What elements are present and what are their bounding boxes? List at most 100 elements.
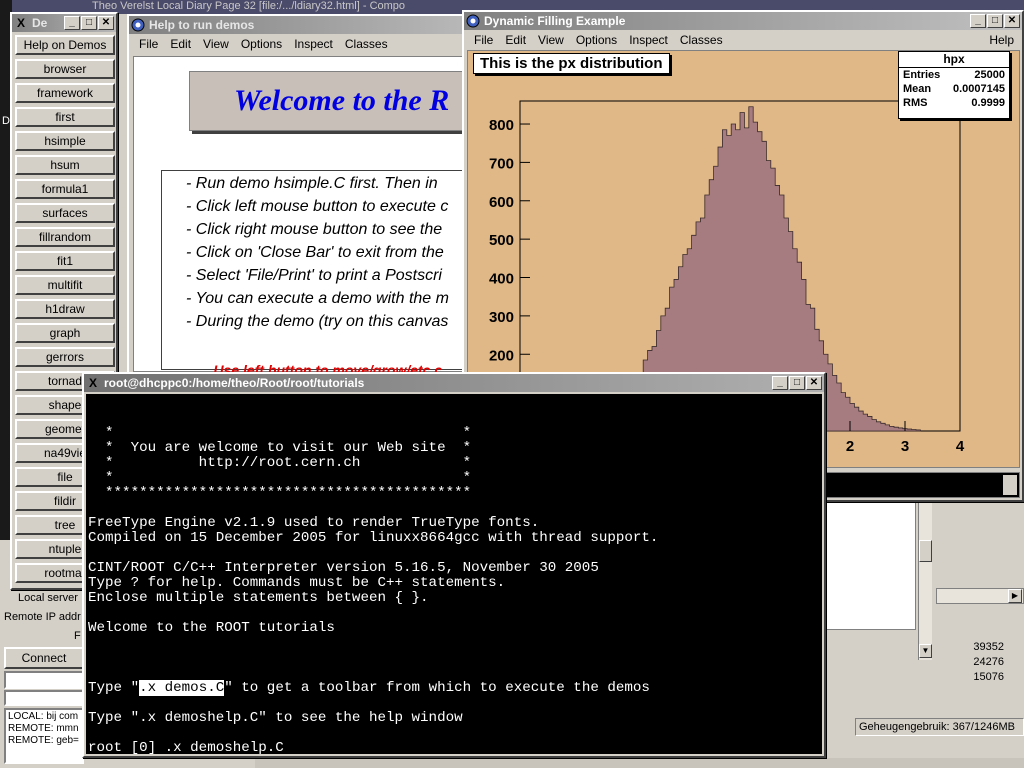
stats-box: hpx Entries 25000 Mean 0.0007145 RMS 0.9999	[898, 51, 1010, 119]
y-tick-label: 600	[489, 194, 514, 211]
terminal-line: CINT/ROOT C/C++ Interpreter version 5.16…	[88, 560, 599, 576]
scroll-down-icon[interactable]: ▼	[919, 644, 932, 658]
help-item: - During the demo (try on this canvas	[186, 313, 449, 330]
horizontal-scrollbar[interactable]: ▶	[936, 588, 1024, 604]
local-server-label: Local server	[18, 592, 78, 604]
menu-view[interactable]: View	[532, 33, 570, 47]
help-item: - Click left mouse button to execute c	[186, 198, 449, 215]
terminal-text: " to get a toolbar from which to execute…	[224, 680, 650, 696]
stats-label: Mean	[903, 83, 932, 95]
stats-entries-row: Entries 25000	[899, 68, 1009, 82]
maximize-icon[interactable]: □	[81, 16, 97, 30]
background-window-title: Theo Verelst Local Diary Page 32 [file:/…	[92, 0, 406, 12]
menu-inspect[interactable]: Inspect	[288, 37, 339, 51]
menu-classes[interactable]: Classes	[674, 33, 729, 47]
help-instructions: - Run demo hsimple.C first. Then in - Cl…	[161, 170, 465, 370]
demo-button-multifit[interactable]: multifit	[15, 275, 115, 295]
background-window-bottom	[255, 757, 1024, 768]
y-tick-label: 200	[489, 347, 514, 364]
x-tick-label: 2	[846, 438, 854, 455]
close-icon[interactable]: ✕	[1004, 14, 1020, 28]
menu-options[interactable]: Options	[235, 37, 288, 51]
menu-options[interactable]: Options	[570, 33, 623, 47]
resize-handle[interactable]	[1003, 475, 1017, 495]
dynamic-menubar: File Edit View Options Inspect Classes H…	[464, 30, 1022, 50]
demo-button-hsimple[interactable]: hsimple	[15, 131, 115, 151]
stats-label: Entries	[903, 69, 941, 81]
y-tick-label: 300	[489, 309, 514, 326]
terminal-text: Type "	[88, 680, 140, 696]
maximize-icon[interactable]: □	[789, 376, 805, 390]
help-menubar: File Edit View Options Inspect Classes	[129, 34, 465, 54]
menu-file[interactable]: File	[133, 37, 164, 51]
connect-button[interactable]: Connect	[4, 647, 84, 669]
menu-classes[interactable]: Classes	[339, 37, 394, 51]
y-tick-label: 500	[489, 232, 514, 249]
port-input[interactable]	[4, 690, 84, 706]
minimize-icon[interactable]: _	[772, 376, 788, 390]
help-canvas[interactable]: Welcome to the R - Run demo hsimple.C fi…	[133, 56, 465, 372]
menu-help[interactable]: Help	[983, 33, 1020, 47]
terminal-line: Welcome to the ROOT tutorials	[88, 620, 335, 636]
terminal-output[interactable]: * * * You are welcome to visit our Web s…	[86, 394, 822, 754]
terminal-line: ****************************************…	[88, 485, 472, 501]
demos-bar-titlebar[interactable]: X De _ □ ✕	[12, 14, 116, 32]
vertical-scrollbar[interactable]: ▼	[918, 500, 932, 660]
demo-button-fit1[interactable]: fit1	[15, 251, 115, 271]
stats-name: hpx	[899, 52, 1009, 68]
terminal-title: root@dhcppc0:/home/theo/Root/root/tutori…	[104, 376, 365, 390]
demo-button-graph[interactable]: graph	[15, 323, 115, 343]
demo-button-hsum[interactable]: hsum	[15, 155, 115, 175]
demo-button-gerrors[interactable]: gerrors	[15, 347, 115, 367]
menu-edit[interactable]: Edit	[164, 37, 197, 51]
demo-button-h1draw[interactable]: h1draw	[15, 299, 115, 319]
stats-value: 25000	[974, 69, 1005, 81]
scroll-right-icon[interactable]: ▶	[1008, 589, 1022, 603]
welcome-banner: Welcome to the R	[189, 71, 465, 131]
server-input[interactable]	[4, 671, 84, 689]
root-logo-icon	[131, 18, 145, 32]
stats-mean-row: Mean 0.0007145	[899, 82, 1009, 96]
close-icon[interactable]: ✕	[98, 16, 114, 30]
terminal-line: * *	[88, 470, 472, 486]
menu-file[interactable]: File	[468, 33, 499, 47]
help-on-demos-button[interactable]: Help on Demos	[15, 35, 115, 55]
minimize-icon[interactable]: _	[970, 14, 986, 28]
scroll-thumb[interactable]	[919, 540, 932, 562]
y-tick-label: 400	[489, 271, 514, 288]
terminal-line: Type ".x demos.C" to get a toolbar from …	[88, 680, 822, 696]
demo-button-fillrandom[interactable]: fillrandom	[15, 227, 115, 247]
demo-button-first[interactable]: first	[15, 107, 115, 127]
browser-view	[820, 500, 916, 630]
demo-button-surfaces[interactable]: surfaces	[15, 203, 115, 223]
demo-button-framework[interactable]: framework	[15, 83, 115, 103]
help-item: - Select 'File/Print' to print a Postscr…	[186, 267, 442, 284]
y-tick-label: 800	[489, 117, 514, 134]
terminal-selection[interactable]: .x demos.C	[139, 680, 225, 696]
number-value: 39352	[973, 641, 1004, 653]
terminal-line: Type ? for help. Commands must be C++ st…	[88, 575, 506, 591]
help-item: - Click on 'Close Bar' to exit from the	[186, 244, 444, 261]
demos-bar-title: De	[32, 16, 48, 30]
menu-edit[interactable]: Edit	[499, 33, 532, 47]
log-line: REMOTE: mmn	[8, 723, 79, 734]
dynamic-window-titlebar[interactable]: Dynamic Filling Example _ □ ✕	[464, 12, 1022, 30]
connection-log: LOCAL: bij com REMOTE: mmn REMOTE: geb=	[4, 708, 84, 764]
help-window-title: Help to run demos	[149, 18, 255, 32]
port-label: F	[74, 630, 81, 642]
log-line: LOCAL: bij com	[8, 711, 79, 722]
memory-numbers: 39352 24276 15076	[936, 640, 1018, 696]
terminal-titlebar[interactable]: X root@dhcppc0:/home/theo/Root/root/tuto…	[84, 374, 824, 392]
close-icon[interactable]: ✕	[806, 376, 822, 390]
maximize-icon[interactable]: □	[987, 14, 1003, 28]
menu-view[interactable]: View	[197, 37, 235, 51]
minimize-icon[interactable]: _	[64, 16, 80, 30]
menu-inspect[interactable]: Inspect	[623, 33, 674, 47]
demo-button-browser[interactable]: browser	[15, 59, 115, 79]
help-window-titlebar[interactable]: Help to run demos	[129, 16, 465, 34]
demo-button-formula1[interactable]: formula1	[15, 179, 115, 199]
